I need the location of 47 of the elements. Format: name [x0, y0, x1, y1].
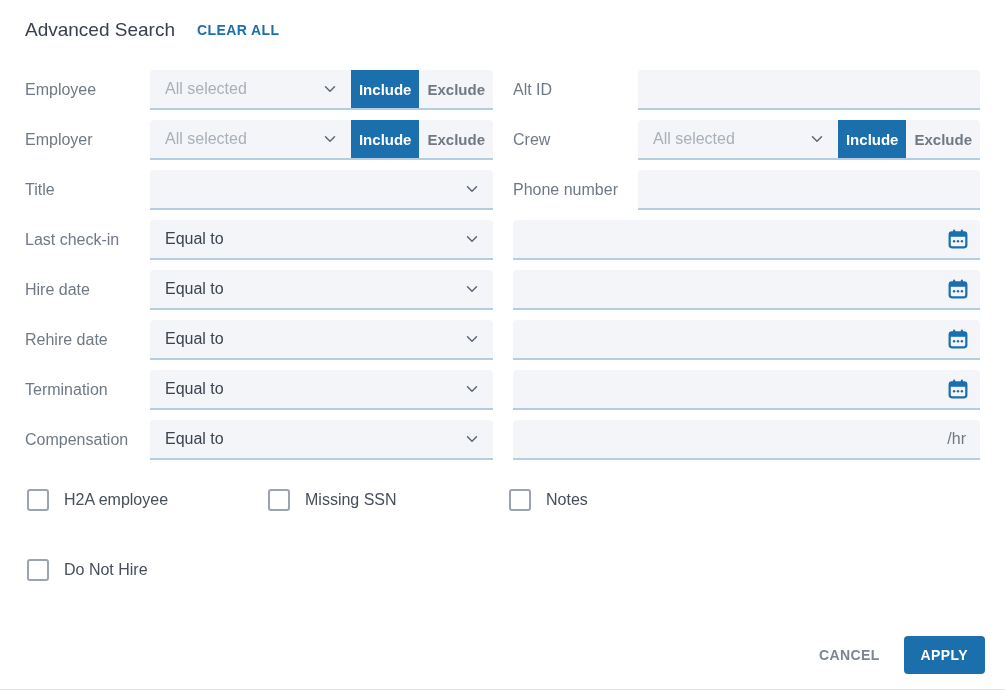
toggle-button[interactable]: Include [837, 120, 907, 160]
checkbox-label: Do Not Hire [64, 561, 148, 579]
dropdown-field[interactable]: Equal to [150, 270, 493, 310]
calendar-icon[interactable] [948, 229, 968, 249]
text-input[interactable] [638, 170, 980, 210]
date-input[interactable] [513, 370, 980, 410]
checkbox[interactable] [27, 489, 49, 511]
toggle-button[interactable]: Include [350, 70, 420, 110]
calendar-icon[interactable] [948, 329, 968, 349]
dropdown-field[interactable]: Equal to [150, 320, 493, 360]
text-input[interactable] [638, 70, 980, 110]
field-label: Termination [25, 381, 109, 399]
checkbox-label: H2A employee [64, 491, 169, 509]
rate-input[interactable]: /hr [513, 420, 980, 460]
field-label: Compensation [25, 431, 130, 449]
field-label: Last check-in [25, 231, 121, 249]
checkbox[interactable] [509, 489, 531, 511]
field-label: Alt ID [513, 81, 554, 99]
unit-label: /hr [947, 430, 967, 448]
toggle-button[interactable]: Exclude [419, 70, 493, 110]
field-label: Crew [513, 131, 552, 149]
clear-all-button[interactable]: CLEAR ALL [197, 22, 280, 38]
checkbox[interactable] [27, 559, 49, 581]
toggle-button[interactable]: Include [350, 120, 420, 160]
date-input[interactable] [513, 270, 980, 310]
field-label: Rehire date [25, 331, 109, 349]
field-label: Phone number [513, 181, 619, 199]
dropdown-field[interactable]: Equal to [150, 370, 493, 410]
field-label: Employer [25, 131, 94, 149]
apply-button[interactable]: APPLY [903, 636, 985, 674]
date-input[interactable] [513, 220, 980, 260]
field-label: Employee [25, 81, 98, 99]
field-label: Title [25, 181, 56, 199]
dropdown-field[interactable] [150, 170, 493, 210]
field-label: Hire date [25, 281, 91, 299]
calendar-icon[interactable] [948, 379, 968, 399]
date-input[interactable] [513, 320, 980, 360]
dropdown-field[interactable]: Equal to [150, 220, 493, 260]
toggle-button[interactable]: Exclude [419, 120, 493, 160]
checkbox[interactable] [268, 489, 290, 511]
dropdown-field[interactable]: Equal to [150, 420, 493, 460]
dialog-title: Advanced Search [25, 18, 175, 42]
calendar-icon[interactable] [948, 279, 968, 299]
cancel-button[interactable]: CANCEL [818, 636, 880, 674]
checkbox-label: Notes [546, 491, 588, 509]
checkbox-label: Missing SSN [305, 491, 397, 509]
toggle-button[interactable]: Exclude [906, 120, 980, 160]
